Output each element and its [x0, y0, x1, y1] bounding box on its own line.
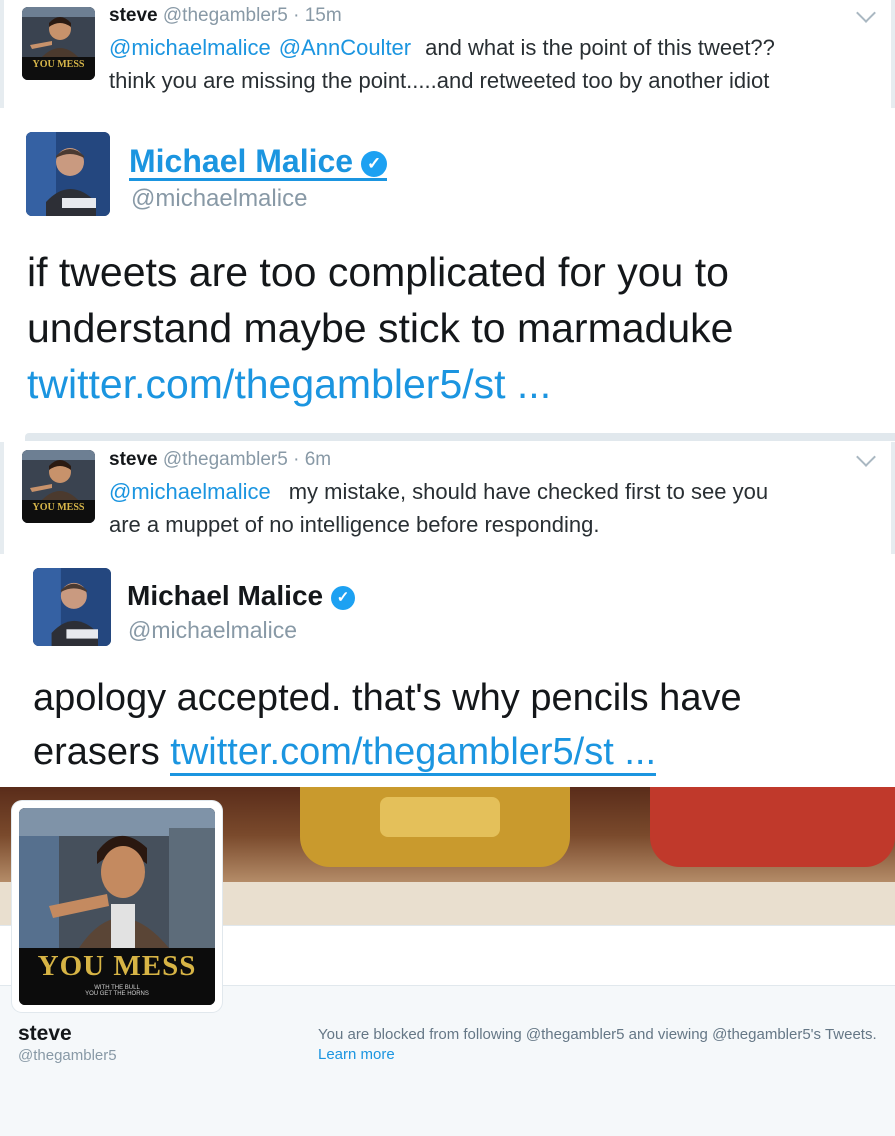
tweet-text-line2: are a muppet of no intelligence before r… [109, 512, 600, 537]
avatar-caption-title: YOU MESS [32, 59, 85, 70]
blocked-text: You are blocked from following @thegambl… [318, 1026, 877, 1043]
profile-handle[interactable]: @thegambler5 [18, 1047, 117, 1064]
tweet-text-line1: my mistake, should have checked first to… [288, 479, 769, 504]
tweet-border-left [0, 0, 4, 108]
banner-image-yellow-car-top [380, 797, 500, 837]
tweet-malice-1[interactable]: Michael Malice ✓ @michaelmalice if tweets… [0, 108, 895, 441]
tweet-text-line1: apology accepted. that's why pencils hav… [33, 677, 742, 719]
author-name[interactable]: steve [109, 5, 158, 26]
tweet-steve-2[interactable]: YOU MESS steve @thegambler5 · 6m @michae… [0, 442, 895, 554]
meta-dot: · [293, 449, 300, 470]
meta-dot: · [293, 5, 300, 26]
author-handle[interactable]: @thegambler5 [163, 449, 288, 470]
tweet-timestamp[interactable]: 15m [305, 5, 342, 26]
tweet-border-left [0, 442, 4, 554]
avatar-caption-title: YOU MESS [37, 950, 197, 982]
avatar-caption-title: YOU MESS [32, 502, 85, 513]
avatar-caption-sub2: YOU GET THE HORNS [85, 991, 149, 997]
steve-avatar[interactable]: YOU MESS [22, 450, 95, 523]
tweet-text: apology accepted. that's why pencils hav… [33, 671, 742, 779]
tweet-header: steve @thegambler5 · 6m [109, 449, 331, 471]
learn-more-link[interactable]: Learn more [318, 1046, 395, 1063]
verified-icon: ✓ [331, 585, 356, 610]
tweet-text-line1: and what is the point of this tweet?? [425, 35, 775, 60]
author-name[interactable]: steve [109, 449, 158, 470]
author-handle[interactable]: @michaelmalice [131, 185, 307, 213]
divider [25, 433, 895, 441]
verified-icon: ✓ [361, 150, 388, 177]
chevron-down-icon[interactable] [856, 3, 876, 23]
tweet-text-line1: if tweets are too complicated for you to [27, 249, 729, 295]
tweet-text: @michaelmalice @AnnCoulter and what is the… [109, 31, 859, 97]
profile-avatar-image: YOU MESS WITH THE BULL YOU GET THE HORNS [19, 808, 215, 1005]
tweet-url-link[interactable]: twitter.com/thegambler5/st ... [170, 731, 657, 776]
profile-name[interactable]: steve [18, 1022, 72, 1046]
tweet-text: @michaelmalice my mistake, should have ch… [109, 475, 859, 541]
mention-link[interactable]: @michaelmalice [109, 35, 271, 60]
malice-avatar[interactable] [26, 132, 110, 216]
profile-avatar[interactable]: YOU MESS WITH THE BULL YOU GET THE HORNS [12, 801, 222, 1012]
tweet-steve-1[interactable]: YOU MESS steve @thegambler5 · 15m @micha… [0, 0, 895, 108]
chevron-down-icon[interactable] [856, 447, 876, 467]
mention-link[interactable]: @michaelmalice [109, 479, 271, 504]
tweet-timestamp[interactable]: 6m [305, 449, 331, 470]
tweet-border-right [891, 442, 895, 554]
tweet-url-link[interactable]: twitter.com/thegambler5/st ... [27, 361, 551, 407]
author-handle[interactable]: @thegambler5 [163, 5, 288, 26]
tweet-border-right [891, 0, 895, 108]
mention-link[interactable]: @AnnCoulter [279, 35, 411, 60]
tweet-text-line2: erasers [33, 731, 160, 773]
author-name-text[interactable]: Michael Malice [127, 580, 323, 611]
tweet-text-line2: understand maybe stick to marmaduke [27, 305, 734, 351]
author-handle[interactable]: @michaelmalice [128, 617, 297, 644]
tweet-text-line2: think you are missing the point.....and … [109, 68, 770, 93]
author-name[interactable]: Michael Malice ✓ [127, 580, 356, 612]
malice-avatar[interactable] [33, 568, 111, 646]
author-name[interactable]: Michael Malice ✓ [129, 143, 388, 181]
tweet-text: if tweets are too complicated for you to… [27, 244, 733, 412]
author-name-text[interactable]: Michael Malice [129, 143, 353, 179]
tweet-header: steve @thegambler5 · 15m [109, 5, 342, 27]
blocked-notice: You are blocked from following @thegambl… [318, 1025, 893, 1065]
banner-image-red-car [650, 787, 895, 867]
steve-avatar[interactable]: YOU MESS [22, 7, 95, 80]
tweet-malice-2[interactable]: Michael Malice ✓ @michaelmalice apology a… [0, 554, 895, 787]
